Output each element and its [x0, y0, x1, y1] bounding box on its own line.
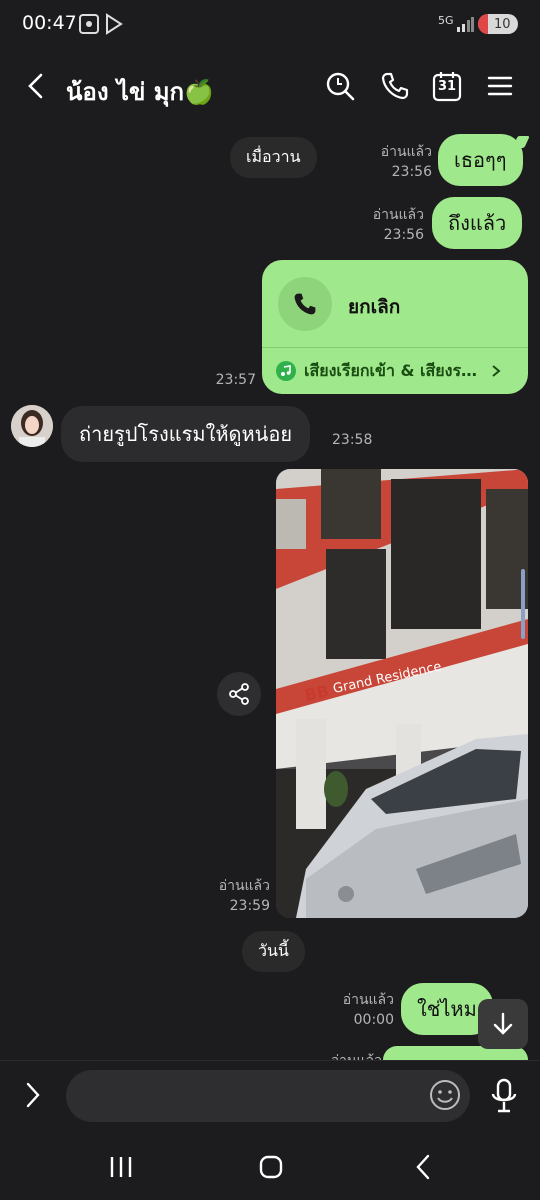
back-icon — [416, 1154, 430, 1180]
home-icon — [259, 1155, 283, 1179]
voice-button[interactable] — [489, 1078, 519, 1118]
message-time: 00:00 — [353, 1012, 394, 1028]
chat-title: น้อง ไข่ มุก🍏 — [66, 78, 214, 106]
message-input[interactable] — [66, 1070, 470, 1122]
emoji-icon — [430, 1080, 460, 1110]
message-time: 23:56 — [383, 227, 424, 243]
share-button[interactable] — [217, 672, 261, 716]
call-message-card[interactable]: ยกเลิก เสียงเรียกเข้า & เสียงรอสาย — [262, 260, 528, 394]
call-status-label: ยกเลิก — [348, 296, 401, 318]
message-meta: อ่านแล้ว 23:59 — [210, 876, 270, 916]
ringtone-label: เสียงเรียกเข้า & เสียงรอสาย — [304, 360, 480, 380]
calendar-button[interactable]: 31 — [427, 66, 467, 106]
message-meta: อ่านแล้ว 23:56 — [370, 142, 432, 182]
outgoing-message[interactable]: ถึงแล้ว — [432, 197, 523, 249]
hotel-photo[interactable]: BB Grand Residence — [276, 469, 528, 918]
message-meta: อ่านแล้ว 23:56 — [362, 205, 424, 245]
battery-icon: 10 — [478, 14, 518, 34]
microphone-icon — [491, 1078, 517, 1113]
ringtone-link[interactable]: เสียงเรียกเข้า & เสียงรอสาย — [262, 348, 528, 394]
expand-toolbar-button[interactable] — [22, 1080, 44, 1114]
back-button[interactable] — [16, 66, 56, 106]
network-label: 5G — [438, 14, 454, 27]
emoji-button[interactable] — [428, 1078, 462, 1116]
search-icon — [326, 72, 355, 101]
recent-apps-button[interactable] — [108, 1155, 134, 1183]
chevron-right-icon — [492, 365, 501, 377]
message-time: 23:56 — [391, 164, 432, 180]
calendar-day: 31 — [437, 79, 457, 94]
menu-icon — [487, 76, 513, 96]
read-receipt: อ่านแล้ว — [372, 207, 424, 223]
nav-back-button[interactable] — [413, 1154, 433, 1184]
search-button[interactable] — [320, 66, 360, 106]
scroll-to-bottom-button[interactable] — [478, 999, 528, 1049]
home-button[interactable] — [259, 1155, 283, 1183]
status-time: 00:47 — [22, 12, 77, 34]
call-icon-wrap — [278, 277, 332, 331]
phone-icon — [381, 72, 409, 100]
date-separator-today: วันนี้ — [242, 931, 305, 972]
message-time: 23:59 — [229, 898, 270, 914]
incoming-message[interactable]: ถ่ายรูปโรงแรมให้ดูหน่อย — [61, 406, 311, 462]
share-icon — [229, 683, 249, 705]
avatar[interactable] — [11, 405, 53, 447]
chevron-right-icon — [26, 1082, 40, 1108]
signal-icon — [456, 16, 474, 36]
menu-button[interactable] — [480, 66, 520, 106]
music-icon — [276, 361, 296, 381]
read-receipt: อ่านแล้ว — [342, 992, 394, 1008]
arrow-down-icon — [493, 1012, 513, 1035]
message-time: 23:58 — [332, 432, 373, 448]
screenshot-icon — [78, 13, 100, 39]
date-separator-yesterday: เมื่อวาน — [230, 137, 317, 178]
call-button[interactable] — [375, 66, 415, 106]
battery-level: 10 — [494, 16, 511, 32]
back-icon — [28, 73, 43, 99]
play-store-icon — [104, 13, 124, 39]
message-meta: อ่านแล้ว 00:00 — [334, 990, 394, 1030]
read-receipt: อ่านแล้ว — [218, 878, 270, 894]
message-time: 23:57 — [215, 372, 256, 388]
read-receipt: อ่านแล้ว — [380, 144, 432, 160]
phone-icon — [294, 293, 316, 315]
outgoing-message[interactable]: เธอๆๆ — [438, 134, 523, 186]
recent-apps-icon — [110, 1157, 132, 1177]
read-receipt: อ่านแล้ว — [322, 1051, 382, 1060]
